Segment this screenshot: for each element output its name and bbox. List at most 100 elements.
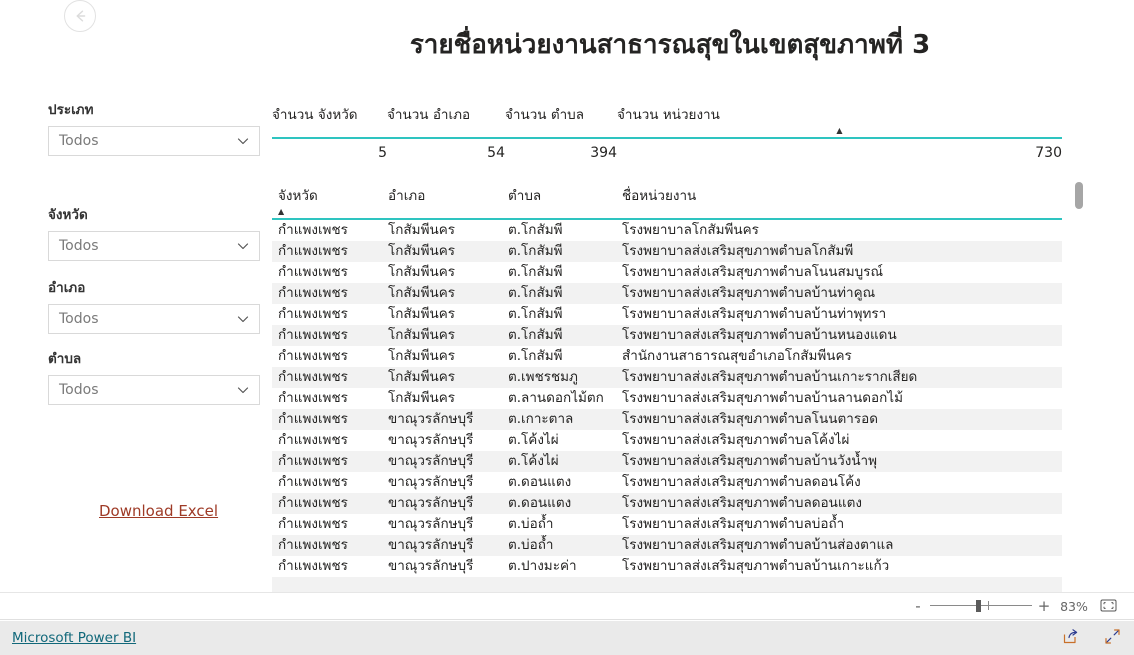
table-cell-subdistrict: ต.บ่อถ้ำ bbox=[502, 535, 616, 556]
fullscreen-button[interactable] bbox=[1102, 628, 1122, 648]
table-row[interactable]: กำแพงเพชร ขาณุวรลักษบุรี ต.ปางมะค่า โรงพยาบ… bbox=[272, 556, 1062, 577]
zoom-level-label: 83% bbox=[1060, 598, 1088, 614]
filter-group-district: อำเภอ Todos bbox=[48, 278, 260, 334]
sort-ascending-icon: ▲ bbox=[836, 126, 843, 135]
table-cell-subdistrict: ต.โกสัมพี bbox=[502, 283, 616, 304]
table-row[interactable]: กำแพงเพชร ขาณุวรลักษบุรี ต.โค้งไผ่ โรงพยาบา… bbox=[272, 430, 1062, 451]
download-excel-link[interactable]: Download Excel bbox=[99, 502, 218, 520]
filter-value-type: Todos bbox=[59, 133, 99, 149]
zoom-slider[interactable] bbox=[930, 599, 1032, 613]
zoom-slider-thumb[interactable] bbox=[976, 600, 981, 612]
table-cell-facility-name: โรงพยาบาลส่งเสริมสุขภาพตำบลโนนสมบูรณ์ bbox=[616, 262, 1062, 283]
table-header-province[interactable]: จังหวัด ▲ bbox=[272, 184, 382, 220]
table-cell-district: โกสัมพีนคร bbox=[382, 219, 502, 241]
table-cell-subdistrict: ต.โกสัมพี bbox=[502, 325, 616, 346]
zoom-slider-tick bbox=[988, 601, 989, 610]
zoom-in-button[interactable]: + bbox=[1036, 599, 1052, 614]
table-row[interactable] bbox=[272, 577, 1062, 592]
table-header-district[interactable]: อำเภอ bbox=[382, 184, 502, 220]
summary-value-facility-count: 730 bbox=[1035, 145, 1062, 161]
share-button[interactable] bbox=[1060, 628, 1080, 648]
filter-group-subdistrict: ตำบล Todos bbox=[48, 349, 260, 405]
filter-dropdown-subdistrict[interactable]: Todos bbox=[48, 375, 260, 405]
table-row[interactable]: กำแพงเพชร ขาณุวรลักษบุรี ต.ดอนแตง โรงพยาบาล… bbox=[272, 472, 1062, 493]
table-cell-facility-name: โรงพยาบาลส่งเสริมสุขภาพตำบลบ้านหนองแดน bbox=[616, 325, 1062, 346]
table-scrollbar[interactable] bbox=[1074, 180, 1084, 592]
table-row[interactable]: กำแพงเพชร โกสัมพีนคร ต.เพชรชมภู โรงพยาบาลส่… bbox=[272, 367, 1062, 388]
status-bar: - + 83% bbox=[0, 592, 1134, 620]
sort-ascending-icon: ▲ bbox=[278, 207, 285, 216]
table-row[interactable]: กำแพงเพชร โกสัมพีนคร ต.โกสัมพี โรงพยาบาลส่ง… bbox=[272, 325, 1062, 346]
table-cell-facility-name: โรงพยาบาลส่งเสริมสุขภาพตำบลบ้านวังน้ำพุ bbox=[616, 451, 1062, 472]
table-cell-facility-name: โรงพยาบาลส่งเสริมสุขภาพตำบลดอนแตง bbox=[616, 493, 1062, 514]
table-row[interactable]: กำแพงเพชร โกสัมพีนคร ต.ลานดอกไม้ตก โรงพยาบา… bbox=[272, 388, 1062, 409]
filter-group-province: จังหวัด Todos bbox=[48, 205, 260, 261]
table-row[interactable]: กำแพงเพชร โกสัมพีนคร ต.โกสัมพี โรงพยาบาลส่ง… bbox=[272, 304, 1062, 325]
report-canvas: รายชื่อหน่วยงานสาธารณสุขในเขตสุขภาพที่ 3… bbox=[0, 0, 1134, 592]
zoom-out-button[interactable]: - bbox=[910, 599, 926, 614]
table-cell-subdistrict: ต.ลานดอกไม้ตก bbox=[502, 388, 616, 409]
table-row[interactable]: กำแพงเพชร ขาณุวรลักษบุรี ต.บ่อถ้ำ โรงพยาบาล… bbox=[272, 535, 1062, 556]
table-header-subdistrict[interactable]: ตำบล bbox=[502, 184, 616, 220]
filter-value-province: Todos bbox=[59, 238, 99, 254]
table-row[interactable]: กำแพงเพชร โกสัมพีนคร ต.โกสัมพี โรงพยาบาลโกส… bbox=[272, 219, 1062, 241]
table-cell-province: กำแพงเพชร bbox=[272, 346, 382, 367]
filter-label-subdistrict: ตำบล bbox=[48, 351, 82, 367]
table-row[interactable]: กำแพงเพชร โกสัมพีนคร ต.โกสัมพี สำนักงานสาธา… bbox=[272, 346, 1062, 367]
table-header-label: ตำบล bbox=[508, 188, 542, 204]
page-title: รายชื่อหน่วยงานสาธารณสุขในเขตสุขภาพที่ 3 bbox=[409, 30, 931, 60]
table-cell-province: กำแพงเพชร bbox=[272, 514, 382, 535]
summary-matrix: จำนวน จังหวัด จำนวน อำเภอ จำนวน ตำบล จำน… bbox=[272, 103, 1062, 163]
table-row[interactable]: กำแพงเพชร ขาณุวรลักษบุรี ต.ดอนแตง โรงพยาบาล… bbox=[272, 493, 1062, 514]
table-cell-facility-name: โรงพยาบาลส่งเสริมสุขภาพตำบลบ้านเกาะแก้ว bbox=[616, 556, 1062, 577]
table-cell-subdistrict: ต.บ่อถ้ำ bbox=[502, 514, 616, 535]
filter-panel: ประเภท Todos จังหวัด Todos อำเภอ Todos ต… bbox=[48, 100, 260, 409]
facility-table: จังหวัด ▲ อำเภอ ตำบล ชื่อหน่วยงาน กำแพงเ… bbox=[272, 184, 1062, 592]
fullscreen-icon bbox=[1104, 628, 1121, 649]
filter-dropdown-type[interactable]: Todos bbox=[48, 126, 260, 156]
summary-header-facility-count[interactable]: จำนวน หน่วยงาน ▲ bbox=[617, 103, 1062, 139]
table-cell-facility-name: โรงพยาบาลโกสัมพีนคร bbox=[616, 219, 1062, 241]
table-cell-province bbox=[272, 577, 382, 592]
filter-dropdown-district[interactable]: Todos bbox=[48, 304, 260, 334]
chevron-down-icon bbox=[235, 311, 251, 327]
zoom-slider-track bbox=[930, 605, 1032, 606]
table-cell-district: ขาณุวรลักษบุรี bbox=[382, 535, 502, 556]
table-row[interactable]: กำแพงเพชร โกสัมพีนคร ต.โกสัมพี โรงพยาบาลส่ง… bbox=[272, 241, 1062, 262]
table-cell-district: โกสัมพีนคร bbox=[382, 346, 502, 367]
table-header-label: ชื่อหน่วยงาน bbox=[622, 188, 697, 204]
table-row[interactable]: กำแพงเพชร ขาณุวรลักษบุรี ต.บ่อถ้ำ โรงพยาบาล… bbox=[272, 514, 1062, 535]
table-cell-facility-name: โรงพยาบาลส่งเสริมสุขภาพตำบลโกสัมพี bbox=[616, 241, 1062, 262]
table-row[interactable]: กำแพงเพชร โกสัมพีนคร ต.โกสัมพี โรงพยาบาลส่ง… bbox=[272, 283, 1062, 304]
table-cell-subdistrict: ต.โกสัมพี bbox=[502, 346, 616, 367]
summary-header-district-count[interactable]: จำนวน อำเภอ bbox=[387, 103, 505, 139]
table-cell-subdistrict: ต.ดอนแตง bbox=[502, 493, 616, 514]
report-footer: Microsoft Power BI bbox=[0, 621, 1134, 655]
back-button[interactable] bbox=[64, 0, 96, 32]
table-header-facility-name[interactable]: ชื่อหน่วยงาน bbox=[616, 184, 1062, 220]
summary-header-subdistrict-count[interactable]: จำนวน ตำบล bbox=[505, 103, 617, 139]
table-header-label: จังหวัด bbox=[278, 188, 318, 204]
table-cell-district: โกสัมพีนคร bbox=[382, 388, 502, 409]
table-cell-district: โกสัมพีนคร bbox=[382, 367, 502, 388]
filter-dropdown-province[interactable]: Todos bbox=[48, 231, 260, 261]
summary-header-label: จำนวน หน่วยงาน bbox=[617, 107, 720, 123]
table-cell-subdistrict bbox=[502, 577, 616, 592]
table-cell-district: โกสัมพีนคร bbox=[382, 325, 502, 346]
table-row[interactable]: กำแพงเพชร ขาณุวรลักษบุรี ต.โค้งไผ่ โรงพยาบา… bbox=[272, 451, 1062, 472]
filter-group-type: ประเภท Todos bbox=[48, 100, 260, 156]
table-row[interactable]: กำแพงเพชร ขาณุวรลักษบุรี ต.เกาะตาล โรงพยาบา… bbox=[272, 409, 1062, 430]
table-cell-district: ขาณุวรลักษบุรี bbox=[382, 493, 502, 514]
powerbi-brand-link[interactable]: Microsoft Power BI bbox=[12, 630, 136, 646]
summary-value-province-count: 5 bbox=[378, 145, 387, 161]
table-cell-facility-name: โรงพยาบาลส่งเสริมสุขภาพตำบลบ้านท่าคูณ bbox=[616, 283, 1062, 304]
footer-actions bbox=[1060, 628, 1122, 648]
table-scrollbar-thumb[interactable] bbox=[1075, 182, 1083, 209]
table-cell-subdistrict: ต.โกสัมพี bbox=[502, 219, 616, 241]
table-cell-province: กำแพงเพชร bbox=[272, 304, 382, 325]
table-row[interactable]: กำแพงเพชร โกสัมพีนคร ต.โกสัมพี โรงพยาบาลส่ง… bbox=[272, 262, 1062, 283]
summary-header-province-count[interactable]: จำนวน จังหวัด bbox=[272, 103, 387, 139]
table-cell-facility-name: โรงพยาบาลส่งเสริมสุขภาพตำบลดอนโค้ง bbox=[616, 472, 1062, 493]
fit-to-page-button[interactable] bbox=[1096, 597, 1120, 615]
filter-label-type: ประเภท bbox=[48, 102, 94, 118]
